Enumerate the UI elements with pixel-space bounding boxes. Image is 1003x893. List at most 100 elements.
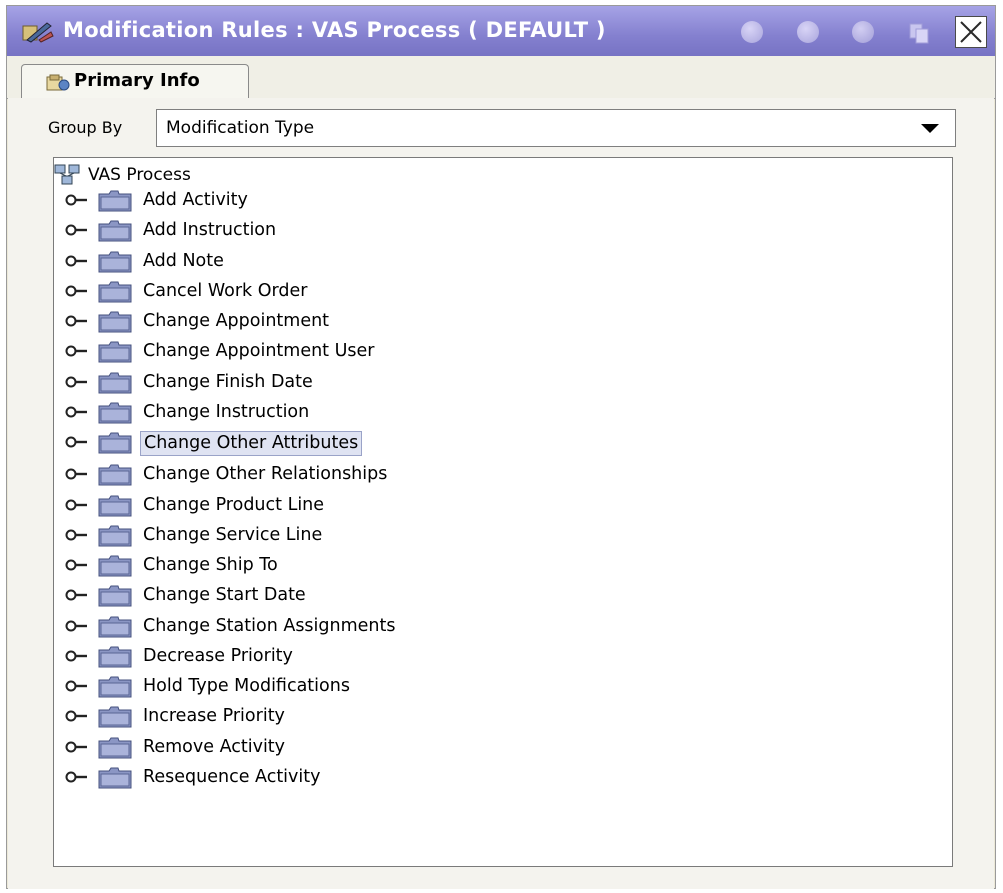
folder-icon	[98, 432, 132, 454]
modification-rules-window: Modification Rules : VAS Process ( DEFAU…	[6, 5, 996, 889]
expand-handle-icon[interactable]	[65, 558, 91, 572]
tree-node[interactable]: Add Instruction	[54, 217, 654, 245]
expand-handle-icon[interactable]	[65, 405, 91, 419]
group-by-label: Group By	[48, 118, 123, 137]
window-title: Modification Rules : VAS Process ( DEFAU…	[63, 18, 606, 42]
tree-node[interactable]: Add Activity	[54, 187, 654, 215]
expand-handle-icon[interactable]	[65, 619, 91, 633]
tree-node-label: Cancel Work Order	[143, 280, 308, 301]
copy-icon[interactable]	[907, 21, 931, 45]
tree-node-label: Change Appointment	[143, 311, 330, 331]
tree-node-label: Change Ship To	[143, 555, 278, 575]
tree-node-label: Change Station Assignments	[143, 615, 396, 636]
folder-icon	[98, 616, 132, 637]
group-by-value: Modification Type	[166, 118, 315, 138]
tree-node[interactable]: Add Note	[54, 248, 654, 276]
expand-handle-icon[interactable]	[65, 498, 91, 512]
expand-handle-icon[interactable]	[65, 679, 91, 693]
expand-handle-icon[interactable]	[65, 770, 91, 784]
group-by-select[interactable]: Modification Type	[156, 109, 956, 147]
expand-handle-icon[interactable]	[65, 254, 91, 268]
tree-node[interactable]: Change Instruction	[54, 399, 654, 427]
tree-node-label: Change Other Relationships	[143, 464, 388, 485]
folder-icon	[98, 402, 132, 424]
tree-root[interactable]: VAS Process	[54, 163, 354, 189]
tree-node-label: Add Instruction	[143, 220, 277, 241]
tree-node[interactable]: Change Other Attributes	[54, 429, 654, 457]
tree-node[interactable]: Change Station Assignments	[54, 613, 654, 641]
expand-handle-icon[interactable]	[65, 193, 91, 207]
tree-node-label: Increase Priority	[143, 706, 285, 727]
tree-node[interactable]: Hold Type Modifications	[54, 673, 654, 701]
tree-node[interactable]: Decrease Priority	[54, 643, 654, 671]
expand-handle-icon[interactable]	[65, 467, 91, 481]
primary-info-panel: Group By Modification Type VAS Process A…	[8, 98, 994, 889]
close-button[interactable]	[955, 16, 987, 48]
folder-icon	[98, 220, 132, 242]
folder-icon	[98, 190, 132, 212]
tab-label: Primary Info	[74, 70, 200, 91]
tree-node[interactable]: Increase Priority	[54, 703, 654, 731]
folder-icon	[98, 767, 132, 789]
expand-handle-icon[interactable]	[65, 740, 91, 754]
tree-node[interactable]: Change Ship To	[54, 552, 654, 580]
title-bar: Modification Rules : VAS Process ( DEFAU…	[7, 6, 995, 56]
folder-icon	[98, 585, 132, 607]
tree-node[interactable]: Change Other Relationships	[54, 461, 654, 489]
tree-node-label: Change Instruction	[143, 401, 310, 422]
process-icon	[54, 164, 80, 185]
expand-handle-icon[interactable]	[65, 649, 91, 663]
modification-tree[interactable]: VAS Process Add Activity Add Instruction A…	[53, 157, 953, 867]
tree-node[interactable]: Cancel Work Order	[54, 278, 654, 306]
tree-node[interactable]: Change Finish Date	[54, 369, 654, 397]
tree-node[interactable]: Change Service Line	[54, 522, 654, 550]
tree-node-label: Change Finish Date	[143, 371, 313, 392]
folder-icon	[98, 372, 132, 393]
tree-node-label: Add Activity	[143, 190, 248, 210]
folder-icon	[98, 676, 132, 698]
modification-rules-icon	[22, 22, 54, 43]
expand-handle-icon[interactable]	[65, 435, 91, 449]
folder-icon	[98, 281, 132, 303]
folder-icon	[98, 555, 132, 577]
folder-icon	[98, 525, 132, 547]
tree-node-label: Change Other Attributes	[140, 431, 363, 456]
folder-icon	[98, 464, 132, 486]
tree-node[interactable]: Change Appointment	[54, 308, 654, 336]
expand-handle-icon[interactable]	[65, 314, 91, 328]
folder-icon	[98, 495, 132, 516]
tree-node-label: Resequence Activity	[143, 766, 321, 787]
tree-node-label: Add Note	[143, 250, 224, 271]
expand-handle-icon[interactable]	[65, 588, 91, 602]
folder-icon	[98, 737, 132, 758]
tree-node-label: Hold Type Modifications	[143, 676, 350, 696]
folder-icon	[98, 646, 132, 668]
tree-root-label: VAS Process	[88, 165, 191, 185]
cancel-icon[interactable]	[797, 21, 819, 43]
tree-node[interactable]: Change Appointment User	[54, 338, 654, 366]
expand-handle-icon[interactable]	[65, 528, 91, 542]
tree-node[interactable]: Remove Activity	[54, 734, 654, 762]
folder-icon	[98, 251, 132, 272]
circle-icon[interactable]	[852, 21, 874, 43]
close-icon	[960, 21, 982, 43]
expand-handle-icon[interactable]	[65, 284, 91, 298]
tree-node[interactable]: Change Start Date	[54, 582, 654, 610]
folder-icon	[98, 341, 132, 363]
chevron-down-icon[interactable]	[921, 124, 939, 133]
tree-node-label: Change Start Date	[143, 585, 306, 606]
tree-node[interactable]: Resequence Activity	[54, 764, 654, 792]
tab-strip: Primary Info	[7, 56, 995, 100]
tree-node-label: Decrease Priority	[143, 645, 293, 666]
primary-info-icon	[46, 74, 70, 91]
tree-node-label: Change Product Line	[143, 494, 325, 515]
check-icon[interactable]	[741, 21, 763, 43]
tab-primary-info[interactable]: Primary Info	[21, 64, 249, 100]
tree-node[interactable]: Change Product Line	[54, 492, 654, 520]
expand-handle-icon[interactable]	[65, 375, 91, 389]
expand-handle-icon[interactable]	[65, 709, 91, 723]
tree-node-label: Change Service Line	[143, 524, 323, 545]
tree-node-label: Change Appointment User	[143, 341, 375, 362]
expand-handle-icon[interactable]	[65, 344, 91, 358]
expand-handle-icon[interactable]	[65, 223, 91, 237]
